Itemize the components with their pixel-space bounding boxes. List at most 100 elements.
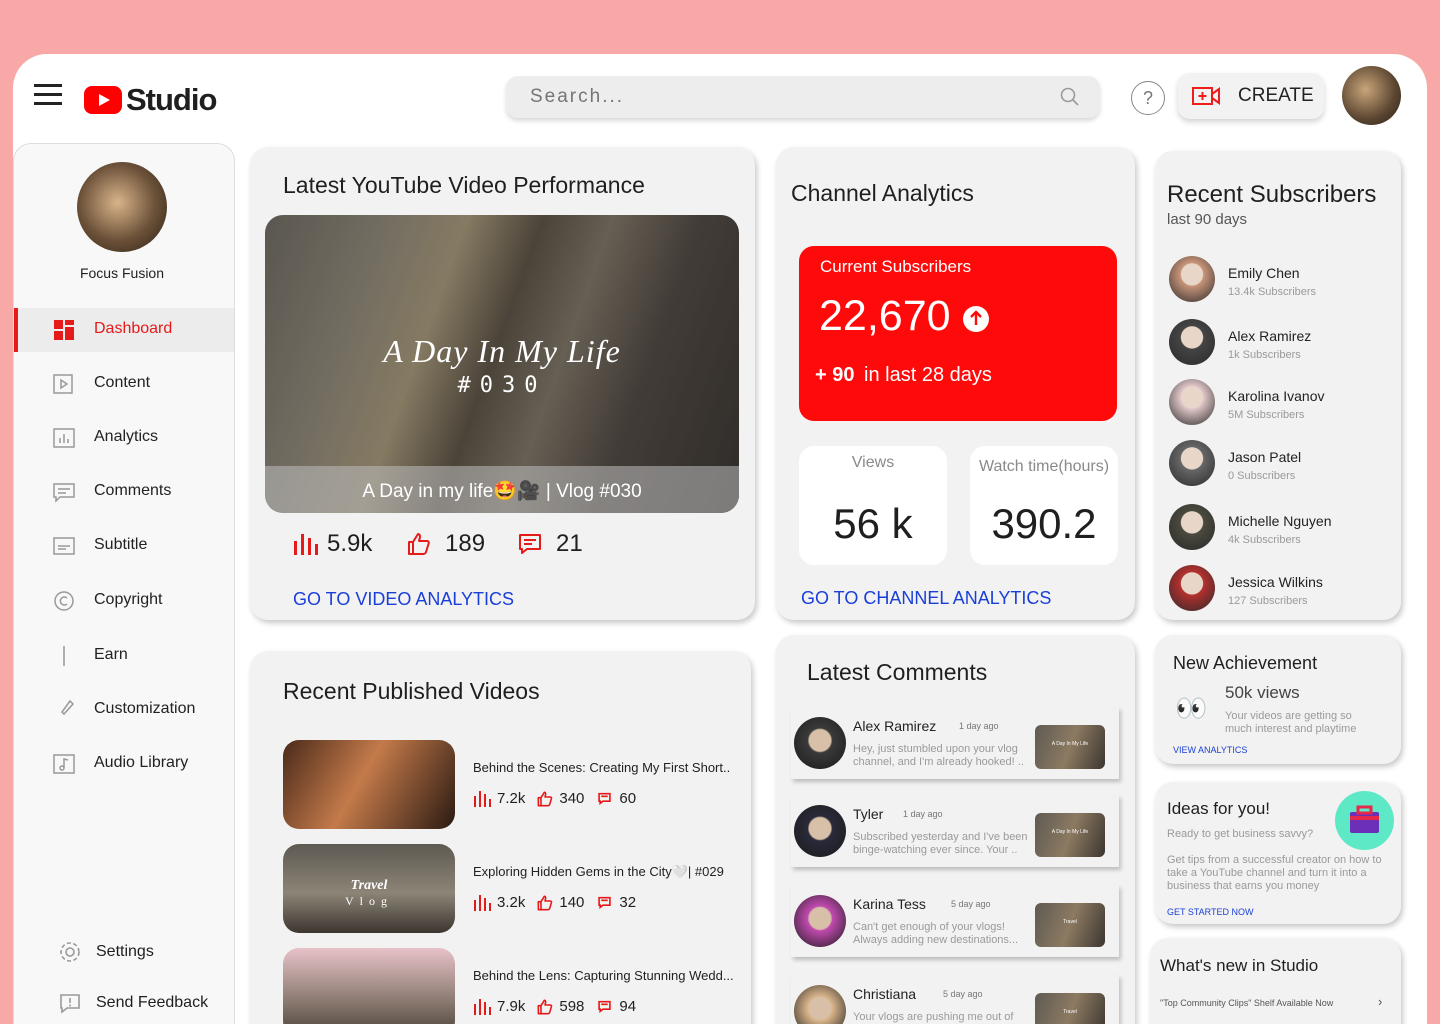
feedback-icon bbox=[60, 994, 80, 1014]
create-button[interactable]: CREATE bbox=[1178, 73, 1324, 119]
achievement-title: New Achievement bbox=[1173, 653, 1318, 673]
comment-video-thumbnail[interactable]: Travel bbox=[1035, 903, 1105, 947]
help-icon[interactable]: ? bbox=[1131, 81, 1165, 115]
whats-new-card: What's new in Studio "Top Community Clip… bbox=[1150, 938, 1401, 1024]
recent-video-item[interactable]: Behind the Scenes: Creating My First Sho… bbox=[283, 740, 743, 830]
comment-item[interactable]: Alex Ramirez 1 day ago Hey, just stumbled … bbox=[791, 707, 1119, 779]
comment-item[interactable]: Karina Tess 5 day ago Can't get enough of … bbox=[791, 885, 1119, 957]
view-analytics-link[interactable]: VIEW ANALYTICS bbox=[1173, 745, 1247, 755]
sidebar-item-label: Analytics bbox=[94, 428, 159, 445]
search-input[interactable] bbox=[506, 76, 1006, 118]
recent-video-thumbnail[interactable] bbox=[283, 740, 455, 829]
comment-item[interactable]: Tyler 1 day ago Subscribed yesterday and I… bbox=[791, 795, 1119, 867]
watch-time-value: 390.2 bbox=[991, 500, 1097, 547]
get-started-link[interactable]: GET STARTED NOW bbox=[1167, 907, 1254, 917]
comment-video-thumbnail[interactable]: A Day In My Life bbox=[1035, 725, 1105, 769]
latest-video-card: Latest YouTube Video Performance A Day I… bbox=[250, 147, 755, 620]
subscriber-avatar bbox=[1169, 565, 1215, 611]
commenter-avatar bbox=[794, 805, 846, 857]
likes-value: 189 bbox=[445, 530, 486, 557]
create-label: CREATE bbox=[1238, 85, 1314, 106]
sidebar-item-earn[interactable]: Earn bbox=[14, 634, 234, 678]
current-subscribers-value: 22,670 bbox=[819, 292, 951, 340]
achievement-value: 50k views bbox=[1225, 683, 1300, 702]
sidebar-item-audio-library[interactable]: Audio Library bbox=[14, 742, 234, 786]
sidebar-item-label: Earn bbox=[94, 646, 128, 663]
sidebar-item-subtitle[interactable]: Subtitle bbox=[14, 524, 234, 568]
sidebar-item-analytics[interactable]: Analytics bbox=[14, 416, 234, 460]
whats-new-item[interactable]: "Top Community Clips" Shelf Available No… bbox=[1160, 998, 1333, 1008]
recent-video-item[interactable]: Travel Vlog Exploring Hidden Gems in the C… bbox=[283, 844, 743, 934]
video-thumbnail[interactable]: A Day In My Life #030 A Day in my life🤩🎥… bbox=[265, 215, 739, 513]
comment-video-thumbnail[interactable]: Travel bbox=[1035, 993, 1105, 1024]
recent-videos-title: Recent Published Videos bbox=[283, 678, 540, 704]
comment-video-thumbnail[interactable]: A Day In My Life bbox=[1035, 813, 1105, 857]
comment-icon bbox=[598, 1000, 612, 1013]
sidebar-item-copyright[interactable]: Copyright bbox=[14, 579, 234, 623]
comments-stat: 21 bbox=[518, 530, 583, 558]
channel-avatar[interactable] bbox=[77, 162, 167, 252]
video-caption: A Day in my life🤩🎥 | Vlog #030 bbox=[362, 481, 642, 502]
recent-video-title: Behind the Lens: Capturing Stunning Wedd… bbox=[473, 968, 734, 983]
sidebar-item-content[interactable]: Content bbox=[14, 362, 234, 406]
recent-video-item[interactable]: Behind the Lens: Capturing Stunning Wedd… bbox=[283, 948, 743, 1024]
latest-video-title: Latest YouTube Video Performance bbox=[283, 172, 645, 198]
sidebar-item-settings[interactable]: Settings bbox=[58, 940, 154, 964]
chevron-right-icon[interactable]: › bbox=[1378, 994, 1382, 1009]
subscriber-avatar bbox=[1169, 256, 1215, 302]
brush-icon bbox=[52, 698, 76, 722]
recent-video-thumbnail[interactable] bbox=[283, 948, 455, 1024]
subscriber-item[interactable]: Karolina Ivanov 5M Subscribers bbox=[1165, 379, 1395, 429]
subscriber-item[interactable]: Jessica Wilkins 127 Subscribers bbox=[1165, 565, 1395, 615]
eyes-icon: 👀 bbox=[1175, 693, 1208, 723]
views-label: Views bbox=[851, 454, 895, 471]
channel-analytics-link[interactable]: GO TO CHANNEL ANALYTICS bbox=[801, 588, 1051, 609]
subscriber-item[interactable]: Alex Ramirez 1k Subscribers bbox=[1165, 319, 1395, 369]
recent-subscribers-card: Recent Subscribers last 90 days Emily Ch… bbox=[1155, 151, 1401, 620]
recent-video-title: Exploring Hidden Gems in the City🤍| #029 bbox=[473, 864, 724, 879]
recent-video-thumbnail[interactable]: Travel Vlog bbox=[283, 844, 455, 933]
recent-video-views: 7.2k bbox=[497, 790, 526, 807]
watch-time-label: Watch time(hours) bbox=[978, 458, 1110, 475]
recent-subscribers-title: Recent Subscribers bbox=[1167, 181, 1377, 208]
recent-video-title: Behind the Scenes: Creating My First Sho… bbox=[473, 760, 731, 775]
commenter-name: Tyler bbox=[853, 806, 884, 822]
sidebar-item-send-feedback[interactable]: Send Feedback bbox=[58, 992, 208, 1014]
subscriber-name: Michelle Nguyen bbox=[1228, 513, 1332, 529]
recent-video-views: 7.9k bbox=[497, 998, 526, 1015]
bar-chart-icon bbox=[474, 894, 491, 911]
menu-icon[interactable] bbox=[34, 84, 62, 106]
account-avatar[interactable] bbox=[1342, 66, 1401, 125]
recent-video-views: 3.2k bbox=[497, 894, 526, 911]
ideas-card: Ideas for you! Ready to get business sav… bbox=[1155, 782, 1401, 924]
search-bar[interactable] bbox=[506, 76, 1100, 118]
sidebar-item-label: Subtitle bbox=[94, 536, 148, 553]
comment-item[interactable]: Christiana 5 day ago Your vlogs are pushin… bbox=[791, 975, 1119, 1024]
subscriber-delta-value: + 90 bbox=[815, 364, 855, 386]
sidebar-item-dashboard[interactable]: Dashboard bbox=[14, 308, 234, 352]
sidebar-item-comments[interactable]: Comments bbox=[14, 470, 234, 514]
search-icon[interactable] bbox=[1060, 87, 1080, 107]
comment-time: 5 day ago bbox=[943, 989, 983, 999]
subscriber-delta: + 90 in last 28 days bbox=[815, 364, 992, 387]
comments-value: 21 bbox=[556, 530, 583, 557]
comment-time: 1 day ago bbox=[959, 721, 999, 731]
commenter-avatar bbox=[794, 985, 846, 1024]
thumbs-up-icon bbox=[408, 533, 430, 555]
subscriber-item[interactable]: Michelle Nguyen 4k Subscribers bbox=[1165, 504, 1395, 554]
dollar-icon bbox=[52, 644, 76, 668]
sidebar: Focus Fusion Dashboard Content Analytics Co… bbox=[13, 143, 235, 1024]
comment-icon bbox=[519, 534, 541, 554]
video-analytics-link[interactable]: GO TO VIDEO ANALYTICS bbox=[293, 589, 514, 610]
video-add-icon bbox=[1192, 87, 1220, 105]
watch-time-box: Watch time(hours) 390.2 bbox=[970, 446, 1118, 565]
youtube-logo[interactable]: Studio bbox=[84, 82, 217, 118]
subscriber-item[interactable]: Emily Chen 13.4k Subscribers bbox=[1165, 256, 1395, 306]
subscriber-item[interactable]: Jason Patel 0 Subscribers bbox=[1165, 440, 1395, 490]
comment-icon bbox=[598, 792, 612, 805]
sidebar-item-customization[interactable]: Customization bbox=[14, 688, 234, 732]
recent-video-likes: 140 bbox=[559, 894, 585, 911]
subscriber-name: Alex Ramirez bbox=[1228, 328, 1312, 344]
comment-thumbnail-text: A Day In My Life bbox=[1051, 741, 1089, 747]
subscriber-count: 127 Subscribers bbox=[1228, 595, 1308, 607]
